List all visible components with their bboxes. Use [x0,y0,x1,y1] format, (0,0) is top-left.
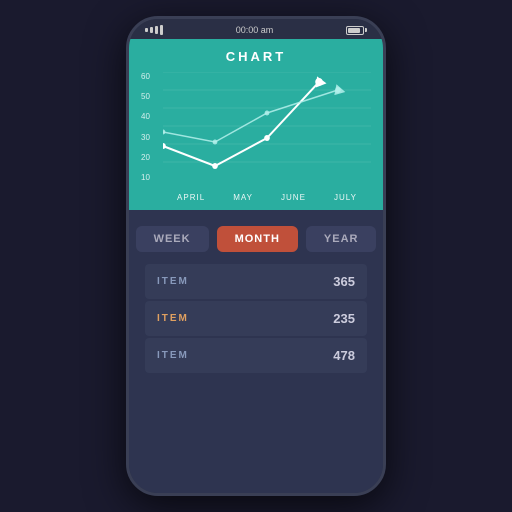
battery-fill [348,28,360,33]
status-bar: 00:00 am [129,19,383,39]
item-label-2: ITEM [157,313,189,324]
signal-bar-2 [150,27,153,33]
signal-bar-3 [155,26,158,34]
item-label-3: ITEM [157,350,189,361]
arrow-teal [332,82,345,95]
dot-june-teal [265,111,270,116]
tab-month-button[interactable]: MONTH [217,226,298,252]
chart-section: CHART 60 50 40 30 20 10 [129,39,383,210]
item-value-3: 478 [333,348,355,363]
item-label-1: ITEM [157,276,189,287]
teal-line [163,90,338,142]
dot-may-teal [213,140,218,145]
tab-week-button[interactable]: WEEK [136,226,209,252]
item-row-2: ITEM 235 [145,301,367,336]
dot-may-white [212,163,218,169]
white-line [163,82,319,166]
battery-tip [365,28,367,32]
items-section: ITEM 365 ITEM 235 ITEM 478 [129,264,383,493]
item-value-1: 365 [333,274,355,289]
battery-indicator [346,26,367,35]
controls-section: WEEK MONTH YEAR [129,210,383,264]
signal-bar-4 [160,25,163,35]
line-chart-svg [163,72,371,182]
x-label-april: APRIL [177,193,205,202]
x-label-july: JULY [334,193,357,202]
y-label-30: 30 [141,133,161,142]
chart-x-axis: APRIL MAY JUNE JULY [163,193,371,202]
y-label-60: 60 [141,72,161,81]
signal-indicator [145,25,163,35]
signal-bar-1 [145,28,148,32]
chart-title: CHART [129,39,383,72]
phone-frame: 00:00 am CHART 60 50 40 30 20 10 [126,16,386,496]
y-label-40: 40 [141,112,161,121]
item-value-2: 235 [333,311,355,326]
clock: 00:00 am [236,25,274,35]
tab-year-button[interactable]: YEAR [306,226,377,252]
chart-container: 60 50 40 30 20 10 [141,72,371,202]
battery-body [346,26,364,35]
item-row-1: ITEM 365 [145,264,367,299]
y-label-10: 10 [141,173,161,182]
x-label-june: JUNE [281,193,306,202]
dot-june-white [264,135,270,141]
x-label-may: MAY [233,193,253,202]
chart-svg-area [163,72,371,182]
dot-april-teal [163,130,165,135]
y-label-20: 20 [141,153,161,162]
tab-buttons-group: WEEK MONTH YEAR [149,226,363,252]
item-row-3: ITEM 478 [145,338,367,373]
y-label-50: 50 [141,92,161,101]
chart-y-axis: 60 50 40 30 20 10 [141,72,161,182]
